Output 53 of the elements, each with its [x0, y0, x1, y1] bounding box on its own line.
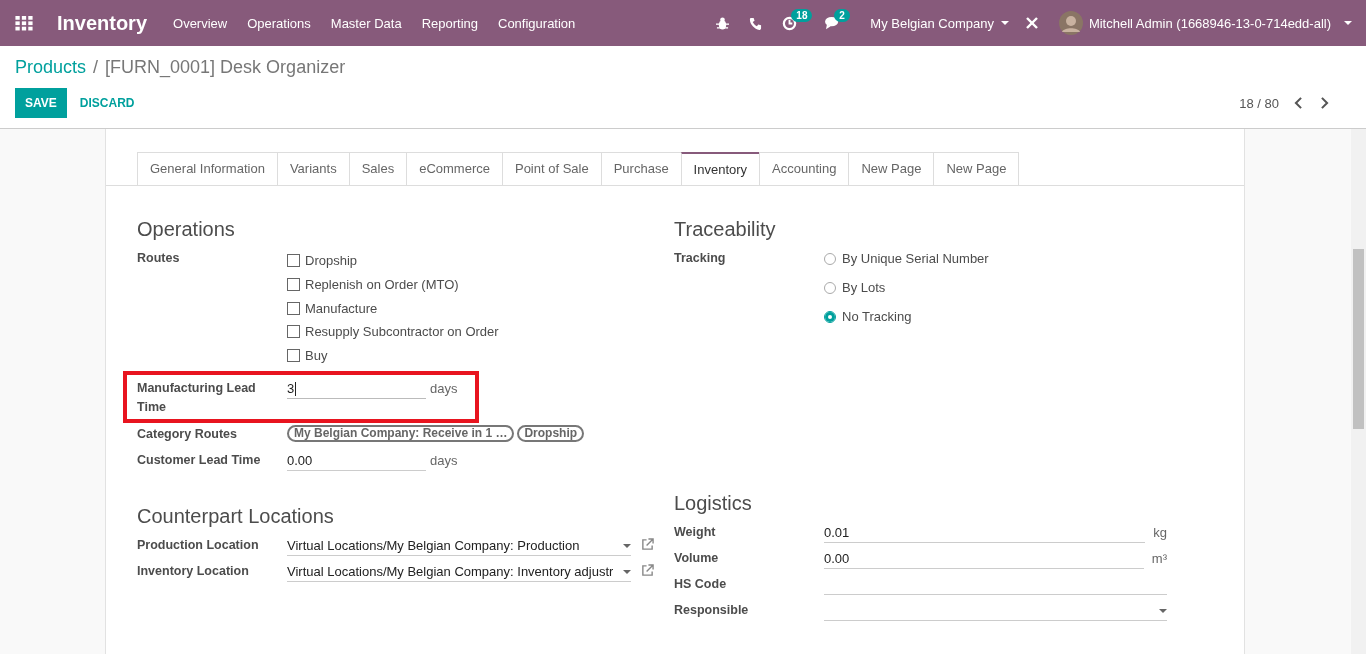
- unit-label: days: [430, 452, 458, 471]
- app-title[interactable]: Inventory: [57, 11, 148, 35]
- menu-item[interactable]: Overview: [173, 15, 228, 31]
- section-title: Operations: [137, 218, 236, 241]
- radio-label: No Tracking: [842, 309, 912, 324]
- menu-item[interactable]: Reporting: [421, 15, 478, 31]
- route-tag[interactable]: Dropship: [517, 425, 585, 443]
- input-field[interactable]: 0.01: [824, 523, 1146, 543]
- company-switcher[interactable]: My Belgian Company: [870, 15, 1009, 31]
- message-count-badge: 2: [834, 8, 850, 22]
- menu-item[interactable]: Master Data: [330, 15, 402, 31]
- field-label: Tracking: [674, 250, 727, 267]
- tab[interactable]: New Page: [933, 152, 1020, 185]
- menu-item[interactable]: Operations: [247, 15, 311, 31]
- save-button[interactable]: SAVE: [15, 88, 67, 118]
- field-label: Manufacturing Lead Time: [137, 380, 257, 417]
- field-label: Responsible: [674, 602, 750, 619]
- menu-item[interactable]: Configuration: [498, 15, 576, 31]
- field-label: Inventory Location: [137, 563, 250, 581]
- section-title: Traceability: [674, 218, 777, 241]
- field-label: Volume: [674, 550, 720, 567]
- location-select[interactable]: Virtual Locations/My Belgian Company: Inventory adjustr: [287, 562, 631, 583]
- breadcrumb-current: [FURN_0001] Desk Organizer: [105, 56, 346, 78]
- checkbox-label: Buy: [305, 348, 328, 364]
- field-label: Category Routes: [137, 426, 239, 444]
- breadcrumb-link[interactable]: Products: [15, 56, 87, 78]
- location-select[interactable]: Virtual Locations/My Belgian Company: Production: [287, 536, 631, 557]
- checkbox-label: Manufacture: [305, 300, 378, 316]
- field-label: HS Code: [674, 576, 728, 593]
- section-title: Logistics: [674, 492, 753, 515]
- pager-value: 18 / 80: [1239, 95, 1279, 111]
- unit-label: m³: [1151, 550, 1167, 568]
- field-label: Routes: [137, 250, 181, 267]
- checkbox-label: Resupply Subcontractor on Order: [305, 324, 499, 340]
- radio-label: By Unique Serial Number: [842, 251, 989, 266]
- field-label: Weight: [674, 524, 717, 541]
- field-label: Production Location: [137, 537, 260, 555]
- input-field[interactable]: 0.00: [824, 549, 1144, 569]
- section-title: Counterpart Locations: [137, 505, 335, 529]
- discard-button[interactable]: DISCARD: [66, 88, 148, 118]
- checkbox-label: Replenish on Order (MTO): [305, 277, 459, 293]
- user-menu[interactable]: Mitchell Admin (1668946-13-0-714edd-all): [1058, 11, 1352, 35]
- radio-label: By Lots: [842, 280, 886, 295]
- route-tag[interactable]: My Belgian Company: Receive in 1 …: [287, 425, 515, 443]
- unit-label: kg: [1153, 524, 1167, 542]
- input-field[interactable]: 0.00: [287, 451, 426, 472]
- field-label: Customer Lead Time: [137, 452, 262, 470]
- breadcrumb-separator: /: [93, 56, 99, 78]
- input-field[interactable]: 3: [287, 379, 426, 400]
- unit-label: days: [430, 380, 458, 399]
- checkbox-label: Dropship: [305, 253, 358, 269]
- tab[interactable]: General Information: [137, 152, 278, 185]
- activity-count-badge: 18: [791, 8, 813, 22]
